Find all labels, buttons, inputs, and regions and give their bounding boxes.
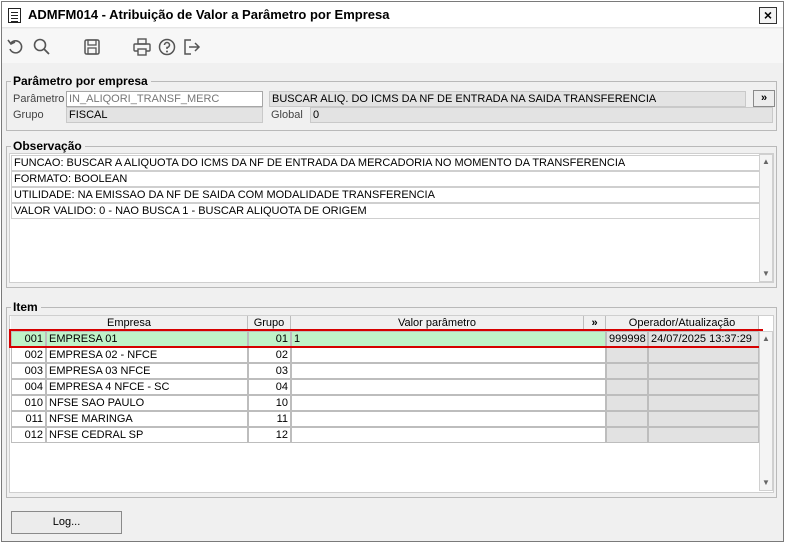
row-empresa[interactable]: NFSE MARINGA	[46, 411, 248, 427]
header-operador[interactable]: Operador/Atualização	[606, 316, 759, 330]
obs-line: FUNCAO: BUSCAR A ALIQUOTA DO ICMS DA NF …	[11, 155, 760, 171]
undo-icon[interactable]	[6, 37, 26, 57]
print-icon[interactable]	[132, 37, 152, 57]
row-code[interactable]: 003	[11, 363, 46, 379]
item-scrollbar[interactable]	[759, 331, 773, 491]
row-operador	[606, 427, 648, 443]
obs-line: VALOR VALIDO: 0 - NAO BUSCA 1 - BUSCAR A…	[11, 203, 760, 219]
header-grupo[interactable]: Grupo	[248, 316, 291, 330]
save-icon[interactable]	[82, 37, 102, 57]
row-valor[interactable]	[291, 347, 606, 363]
obs-legend: Observação	[11, 139, 85, 153]
row-empresa[interactable]: NFSE CEDRAL SP	[46, 427, 248, 443]
item-legend: Item	[11, 300, 41, 314]
row-grupo[interactable]: 11	[248, 411, 291, 427]
row-valor[interactable]	[291, 363, 606, 379]
row-valor[interactable]	[291, 411, 606, 427]
window-title: ADMFM014 - Atribuição de Valor a Parâmet…	[28, 7, 390, 22]
row-atualizacao	[648, 363, 759, 379]
row-code[interactable]: 012	[11, 427, 46, 443]
global-field: 0	[310, 107, 773, 123]
header-valor[interactable]: Valor parâmetro	[291, 316, 584, 330]
close-button[interactable]: ×	[759, 7, 777, 24]
row-grupo[interactable]: 03	[248, 363, 291, 379]
global-label: Global	[271, 109, 303, 121]
exit-icon[interactable]	[182, 37, 202, 57]
row-code[interactable]: 011	[11, 411, 46, 427]
row-operador	[606, 395, 648, 411]
log-button[interactable]: Log...	[11, 511, 122, 534]
scroll-down-icon[interactable]: ▼	[760, 269, 772, 279]
row-operador	[606, 363, 648, 379]
row-operador	[606, 347, 648, 363]
search-icon[interactable]	[32, 37, 52, 57]
header-empresa[interactable]: Empresa	[11, 316, 248, 330]
row-empresa[interactable]: EMPRESA 4 NFCE - SC	[46, 379, 248, 395]
row-grupo[interactable]: 12	[248, 427, 291, 443]
row-code[interactable]: 004	[11, 379, 46, 395]
row-empresa[interactable]: EMPRESA 02 - NFCE	[46, 347, 248, 363]
scroll-up-icon[interactable]: ▲	[760, 334, 772, 344]
row-grupo[interactable]: 04	[248, 379, 291, 395]
group-label: Grupo	[13, 109, 44, 121]
document-icon	[8, 8, 21, 23]
row-atualizacao	[648, 427, 759, 443]
row-operador	[606, 411, 648, 427]
param-legend: Parâmetro por empresa	[11, 74, 151, 88]
row-empresa[interactable]: EMPRESA 03 NFCE	[46, 363, 248, 379]
toolbar	[2, 29, 783, 63]
row-empresa[interactable]: NFSE SAO PAULO	[46, 395, 248, 411]
row-valor[interactable]	[291, 379, 606, 395]
row-atualizacao	[648, 379, 759, 395]
row-operador	[606, 379, 648, 395]
row-grupo[interactable]: 02	[248, 347, 291, 363]
help-icon[interactable]	[157, 37, 177, 57]
selected-row-highlight	[9, 329, 763, 348]
expand-value-button[interactable]: »	[584, 316, 606, 330]
param-label: Parâmetro	[13, 93, 65, 105]
obs-line: UTILIDADE: NA EMISSAO DA NF DE SAIDA COM…	[11, 187, 760, 203]
row-grupo[interactable]: 10	[248, 395, 291, 411]
row-code[interactable]: 010	[11, 395, 46, 411]
row-valor[interactable]	[291, 427, 606, 443]
row-valor[interactable]	[291, 395, 606, 411]
scroll-up-icon[interactable]: ▲	[760, 157, 772, 167]
row-code[interactable]: 002	[11, 347, 46, 363]
param-description: BUSCAR ALIQ. DO ICMS DA NF DE ENTRADA NA…	[269, 91, 746, 107]
obs-scrollbar[interactable]	[759, 154, 773, 282]
row-atualizacao	[648, 395, 759, 411]
group-field: FISCAL	[66, 107, 263, 123]
row-atualizacao	[648, 411, 759, 427]
row-atualizacao	[648, 347, 759, 363]
obs-line: FORMATO: BOOLEAN	[11, 171, 760, 187]
expand-description-button[interactable]: »	[753, 90, 775, 107]
param-field[interactable]: IN_ALIQORI_TRANSF_MERC	[66, 91, 263, 107]
scroll-down-icon[interactable]: ▼	[760, 478, 772, 488]
